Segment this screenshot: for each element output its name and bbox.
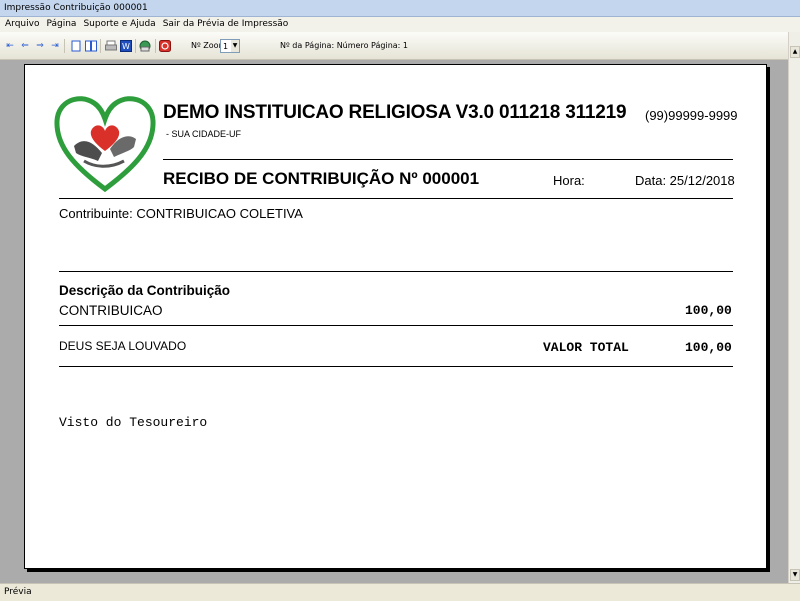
window-title: Impressão Contribuição 000001 (0, 0, 800, 17)
svg-text:W: W (122, 42, 130, 51)
contribuinte-line: Contribuinte: CONTRIBUICAO COLETIVA (59, 206, 303, 221)
treasurer-signature-line: Visto do Tesoureiro (59, 415, 208, 430)
word-export-icon[interactable]: W (120, 40, 132, 52)
scroll-up-icon[interactable]: ▲ (790, 46, 800, 58)
first-page-icon[interactable]: ⇤ (4, 40, 16, 52)
heart-hands-logo (54, 96, 156, 193)
toolbar-separator (135, 39, 136, 53)
zoom-value: 1 (223, 42, 229, 51)
divider (59, 198, 733, 199)
receipt-title: RECIBO DE CONTRIBUIÇÃO Nº 000001 (163, 169, 480, 188)
prev-page-icon[interactable]: ⇐ (19, 40, 31, 52)
toolbar-separator (100, 39, 101, 53)
chevron-down-icon[interactable]: ▼ (231, 40, 239, 52)
org-phone: (99)99999-9999 (645, 108, 738, 123)
zoom-select[interactable]: 1 ▼ (220, 39, 240, 53)
description-heading: Descrição da Contribuição (59, 283, 231, 298)
page-info: Nº da Página: Número Página: 1 (280, 41, 408, 50)
menu-sair-previa[interactable]: Sair da Prévia de Impressão (160, 17, 292, 32)
export-icon[interactable] (139, 40, 151, 52)
org-city: - SUA CIDADE-UF (166, 129, 242, 139)
two-pages-icon[interactable] (85, 40, 97, 52)
single-page-icon[interactable] (70, 40, 82, 52)
next-page-icon[interactable]: ⇒ (34, 40, 46, 52)
print-icon[interactable] (105, 40, 117, 52)
divider (59, 271, 733, 272)
toolbar-separator (64, 39, 65, 53)
menu-pagina[interactable]: Página (43, 17, 79, 32)
total-label: VALOR TOTAL (543, 340, 629, 355)
org-name: DEMO INSTITUICAO RELIGIOSA V3.0 011218 3… (163, 102, 627, 123)
toolbar: ⇤ ⇐ ⇒ ⇥ W Nº Zoom 1 ▼ Nº da Página: Núme… (0, 32, 800, 60)
status-bar: Prévia (0, 583, 800, 600)
hora-label: Hora: (553, 173, 585, 188)
menu-arquivo[interactable]: Arquivo (2, 17, 42, 32)
menu-suporte-ajuda[interactable]: Suporte e Ajuda (80, 17, 158, 32)
divider (59, 325, 733, 326)
last-page-icon[interactable]: ⇥ (49, 40, 61, 52)
total-value: 100,00 (685, 340, 732, 355)
description-value: 100,00 (685, 303, 732, 318)
close-preview-icon[interactable] (159, 40, 171, 52)
footer-message: DEUS SEJA LOUVADO (59, 339, 187, 353)
scroll-down-icon[interactable]: ▼ (790, 569, 800, 581)
preview-area[interactable]: DEMO INSTITUICAO RELIGIOSA V3.0 011218 3… (0, 60, 788, 583)
menu-bar: Arquivo Página Suporte e Ajuda Sair da P… (0, 17, 800, 32)
vertical-scrollbar[interactable]: ▲ ▼ (788, 32, 800, 583)
toolbar-separator (155, 39, 156, 53)
description-item: CONTRIBUICAO (59, 303, 163, 318)
receipt-page: DEMO INSTITUICAO RELIGIOSA V3.0 011218 3… (24, 64, 767, 569)
date-label: Data: 25/12/2018 (635, 173, 735, 188)
divider (59, 366, 733, 367)
divider (163, 159, 733, 160)
